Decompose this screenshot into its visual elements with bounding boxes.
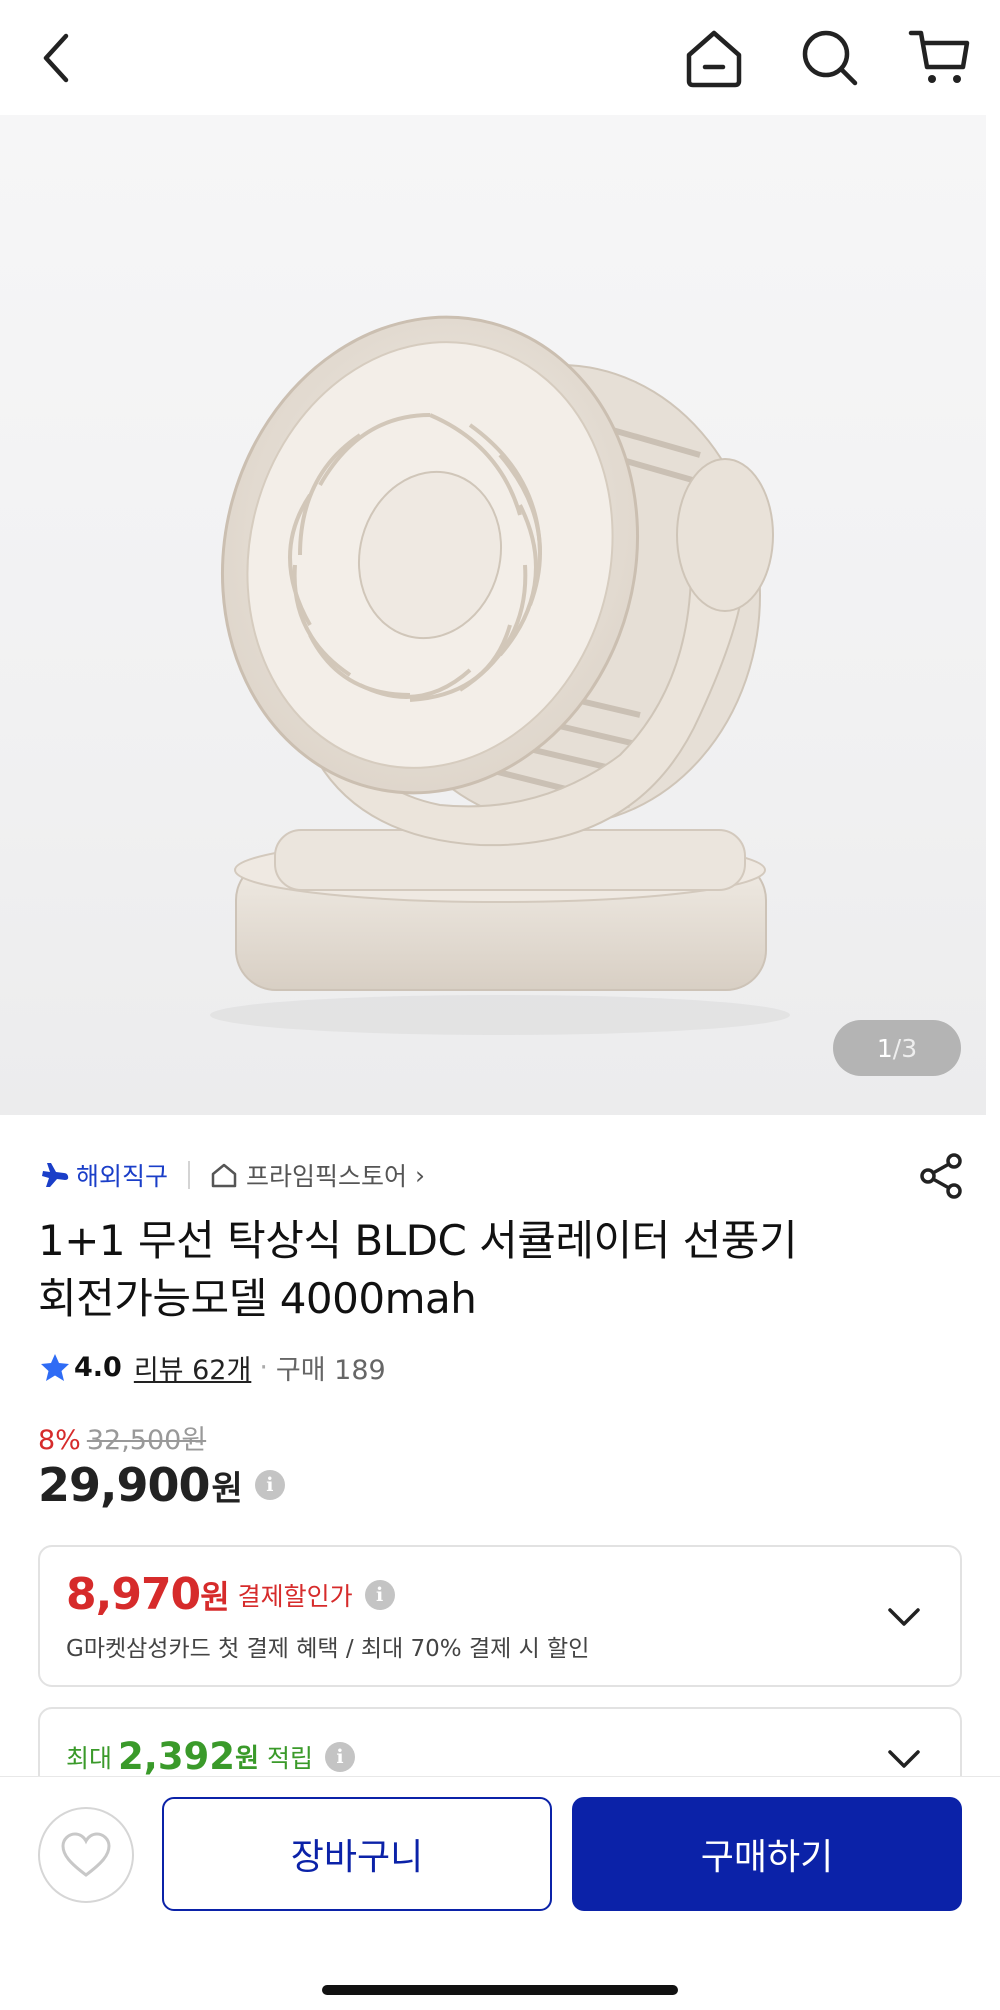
pager-current: 1 <box>876 1033 893 1063</box>
cart-icon <box>908 30 970 83</box>
original-price: 32,500원 <box>86 1425 207 1456</box>
rating-score: 4.0 <box>74 1351 122 1383</box>
home-button[interactable] <box>678 22 750 94</box>
top-navigation-bar <box>0 0 1000 115</box>
sale-price: 29,900 <box>38 1458 211 1512</box>
overseas-direct-badge[interactable]: 해외직구 <box>40 1157 168 1193</box>
separator-dot: · <box>259 1351 268 1383</box>
search-button[interactable] <box>794 22 866 94</box>
store-home-icon <box>211 1163 237 1188</box>
payment-info-icon[interactable]: i <box>364 1579 395 1610</box>
reward-line: 최대 2,392 원 적립 i <box>66 1735 355 1778</box>
chevron-left-icon <box>43 33 69 83</box>
store-link[interactable]: 프라임픽스토어 › <box>210 1157 425 1193</box>
reward-info-icon[interactable]: i <box>325 1741 355 1772</box>
sale-price-row: 29,900 원 i <box>38 1458 285 1512</box>
payment-discount-line: 8,970 원 결제할인가 i <box>66 1569 395 1620</box>
cart-button[interactable] <box>904 22 976 94</box>
purchase-count: 구매 189 <box>275 1354 386 1386</box>
airplane-icon <box>42 1163 69 1187</box>
image-pager: 1 / 3 <box>833 1020 961 1076</box>
share-icon <box>920 1153 962 1199</box>
reward-prefix: 최대 <box>66 1743 113 1773</box>
add-to-cart-button[interactable]: 장바구니 <box>162 1797 552 1911</box>
product-title-line1: 1+1 무선 탁상식 BLDC 서큘레이터 선풍기 <box>38 1216 798 1265</box>
product-image <box>210 315 790 1035</box>
discount-percent: 8% <box>38 1425 81 1456</box>
pager-total: 3 <box>901 1033 918 1063</box>
buy-now-button[interactable]: 구매하기 <box>572 1797 962 1911</box>
reward-unit: 원 <box>235 1744 259 1774</box>
payment-discount-unit: 원 <box>200 1577 230 1616</box>
reward-amount: 2,392 <box>118 1735 236 1778</box>
wishlist-button[interactable] <box>38 1807 134 1903</box>
star-icon <box>41 1354 69 1381</box>
payment-discount-description: G마켓삼성카드 첫 결제 혜택 / 최대 70% 결제 시 할인 <box>66 1636 590 1662</box>
search-icon <box>802 30 858 86</box>
price-info-icon[interactable]: i <box>254 1470 285 1500</box>
payment-discount-label: 결제할인가 <box>237 1581 353 1611</box>
reward-label: 적립 <box>266 1743 313 1773</box>
overseas-label: 해외직구 <box>76 1162 169 1191</box>
chevron-right-icon: › <box>415 1160 426 1190</box>
review-link[interactable]: 리뷰 62개 <box>134 1348 251 1387</box>
discount-row: 8% 32,500원 <box>38 1418 206 1457</box>
home-icon <box>686 30 742 88</box>
rating-row: 4.0 리뷰 62개 · 구매 189 <box>40 1345 386 1389</box>
payment-discount-card[interactable]: 8,970 원 결제할인가 i G마켓삼성카드 첫 결제 혜택 / 최대 70%… <box>38 1545 962 1687</box>
home-indicator <box>322 1985 678 1995</box>
bottom-action-bar: 장바구니 구매하기 <box>0 1776 1000 2010</box>
chevron-down-icon[interactable] <box>884 1739 924 1779</box>
divider <box>188 1161 191 1189</box>
product-image-gallery[interactable]: 1 / 3 <box>0 115 986 1115</box>
product-title-line2: 회전가능모델 4000mah <box>38 1274 477 1323</box>
store-name: 프라임픽스토어 <box>246 1162 408 1191</box>
heart-icon <box>61 1832 111 1877</box>
seller-line: 해외직구 프라임픽스토어 › <box>40 1153 425 1197</box>
pager-separator: / <box>892 1033 902 1063</box>
share-button[interactable] <box>916 1151 966 1201</box>
back-button[interactable] <box>30 22 82 94</box>
sale-price-unit: 원 <box>211 1468 243 1509</box>
product-title: 1+1 무선 탁상식 BLDC 서큘레이터 선풍기 회전가능모델 4000mah <box>38 1212 938 1328</box>
payment-discount-amount: 8,970 <box>66 1569 201 1620</box>
chevron-down-icon[interactable] <box>884 1597 924 1637</box>
